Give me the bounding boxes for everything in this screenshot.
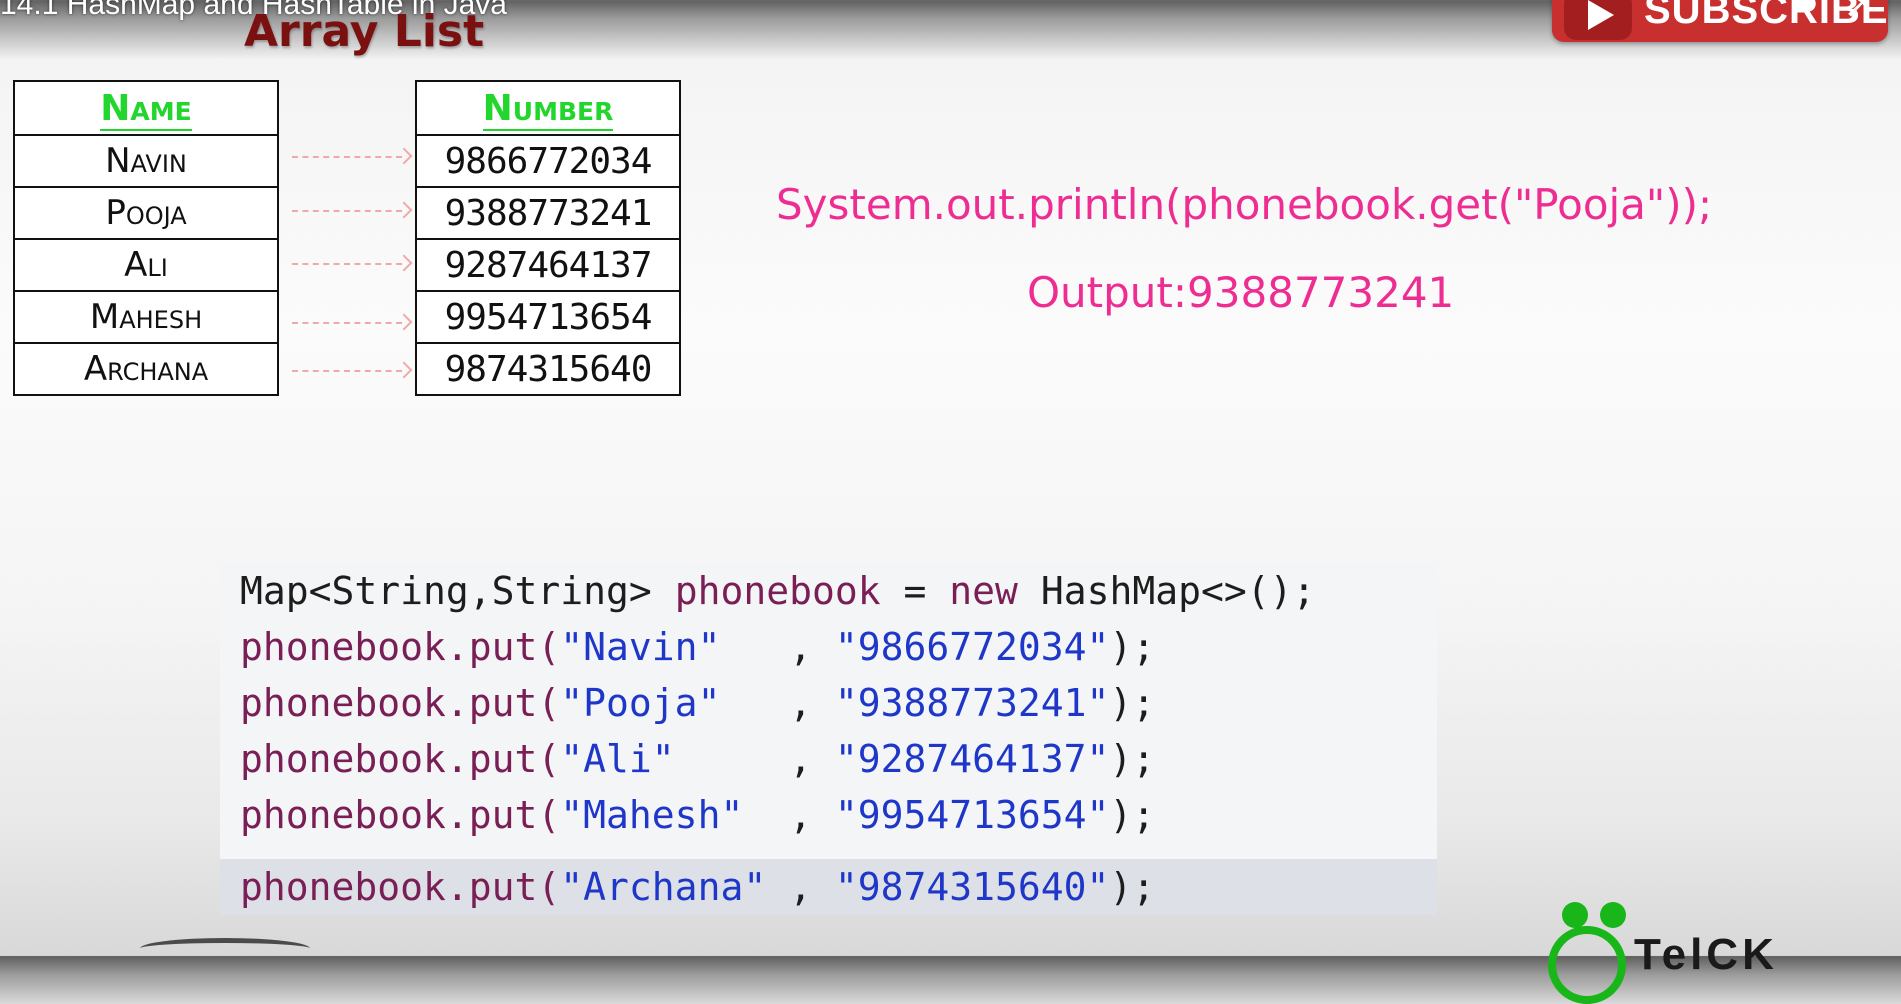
code-suffix: ); (1109, 625, 1156, 669)
code-key: "Pooja" (560, 681, 721, 725)
slide-title: Array List (244, 6, 485, 57)
name-table: Name Navin Pooja Ali Mahesh Archana (13, 80, 279, 396)
code-put-call: phonebook.put( (240, 625, 561, 669)
share-arrow-icon: ➚ (1844, 0, 1873, 26)
name-header-text: Name (100, 87, 192, 131)
code-assign: = (903, 569, 927, 613)
code-key: "Archana" (560, 865, 767, 909)
code-separator: , (789, 625, 835, 669)
code-value: "9874315640" (834, 865, 1110, 909)
code-put-call: phonebook.put( (240, 681, 561, 725)
code-pad (720, 625, 789, 669)
dashed-arrow-icon (292, 210, 402, 214)
name-cell: Pooja (13, 186, 279, 240)
output-text: Output:9388773241 (1027, 268, 1455, 317)
print-statement: System.out.println(phonebook.get("Pooja"… (776, 180, 1713, 229)
code-line-declaration: Map<String,String> phonebook = new HashM… (240, 563, 1437, 619)
code-value: "9388773241" (834, 681, 1110, 725)
number-header-text: Number (482, 87, 614, 131)
code-separator: , (789, 681, 835, 725)
dashed-arrow-icon (292, 263, 402, 267)
code-line-put: phonebook.put("Ali" , "9287464137"); (240, 731, 1437, 787)
name-cell: Mahesh (13, 290, 279, 344)
number-table: Number 9866772034 9388773241 9287464137 … (415, 80, 681, 396)
number-cell: 9287464137 (415, 238, 681, 292)
code-separator: , (789, 865, 835, 909)
number-cell: 9388773241 (415, 186, 681, 240)
play-icon (1564, 0, 1632, 40)
code-value: "9287464137" (834, 737, 1110, 781)
code-line-put-highlighted: phonebook.put("Archana" , "9874315640"); (220, 859, 1437, 915)
dashed-arrow-icon (292, 322, 402, 326)
code-variable: phonebook (674, 569, 881, 613)
number-header: Number (415, 80, 681, 136)
logo-antenna-icon (1600, 902, 1626, 928)
code-block: Map<String,String> phonebook = new HashM… (220, 563, 1437, 915)
code-keyword-new: new (949, 569, 1018, 613)
number-cell: 9954713654 (415, 290, 681, 344)
code-key: "Ali" (560, 737, 675, 781)
code-pad (720, 681, 789, 725)
code-suffix: ); (1109, 793, 1156, 837)
code-put-call: phonebook.put( (240, 737, 561, 781)
logo-text: TelCK (1634, 930, 1778, 979)
code-suffix: ); (1109, 865, 1156, 909)
code-separator: , (789, 793, 835, 837)
code-value: "9954713654" (834, 793, 1110, 837)
logo-head-icon (1548, 926, 1626, 1004)
code-separator: , (789, 737, 835, 781)
code-ctor: HashMap<>(); (1040, 569, 1316, 613)
dashed-arrow-icon (292, 156, 402, 160)
code-line-put: phonebook.put("Navin" , "9866772034"); (240, 619, 1437, 675)
logo-antenna-icon (1562, 902, 1588, 928)
code-put-call: phonebook.put( (240, 865, 561, 909)
number-cell: 9874315640 (415, 342, 681, 396)
name-cell: Navin (13, 134, 279, 188)
code-value: "9866772034" (834, 625, 1110, 669)
name-cell: Ali (13, 238, 279, 292)
name-header: Name (13, 80, 279, 136)
code-key: "Mahesh" (560, 793, 744, 837)
name-cell: Archana (13, 342, 279, 396)
dashed-arrow-icon (292, 370, 402, 374)
number-cell: 9866772034 (415, 134, 681, 188)
code-suffix: ); (1109, 737, 1156, 781)
code-pad (675, 737, 789, 781)
code-pad (766, 865, 789, 909)
code-line-put: phonebook.put("Pooja" , "9388773241"); (240, 675, 1437, 731)
code-type: Map<String,String> (240, 569, 652, 613)
subscribe-button[interactable]: SUBSCRIBE ➚ (1552, 0, 1888, 42)
code-line-put: phonebook.put("Mahesh" , "9954713654"); (240, 787, 1437, 843)
code-key: "Navin" (560, 625, 721, 669)
code-suffix: ); (1109, 681, 1156, 725)
code-put-call: phonebook.put( (240, 793, 561, 837)
code-pad (743, 793, 789, 837)
channel-logo: TelCK (1548, 894, 1888, 1004)
